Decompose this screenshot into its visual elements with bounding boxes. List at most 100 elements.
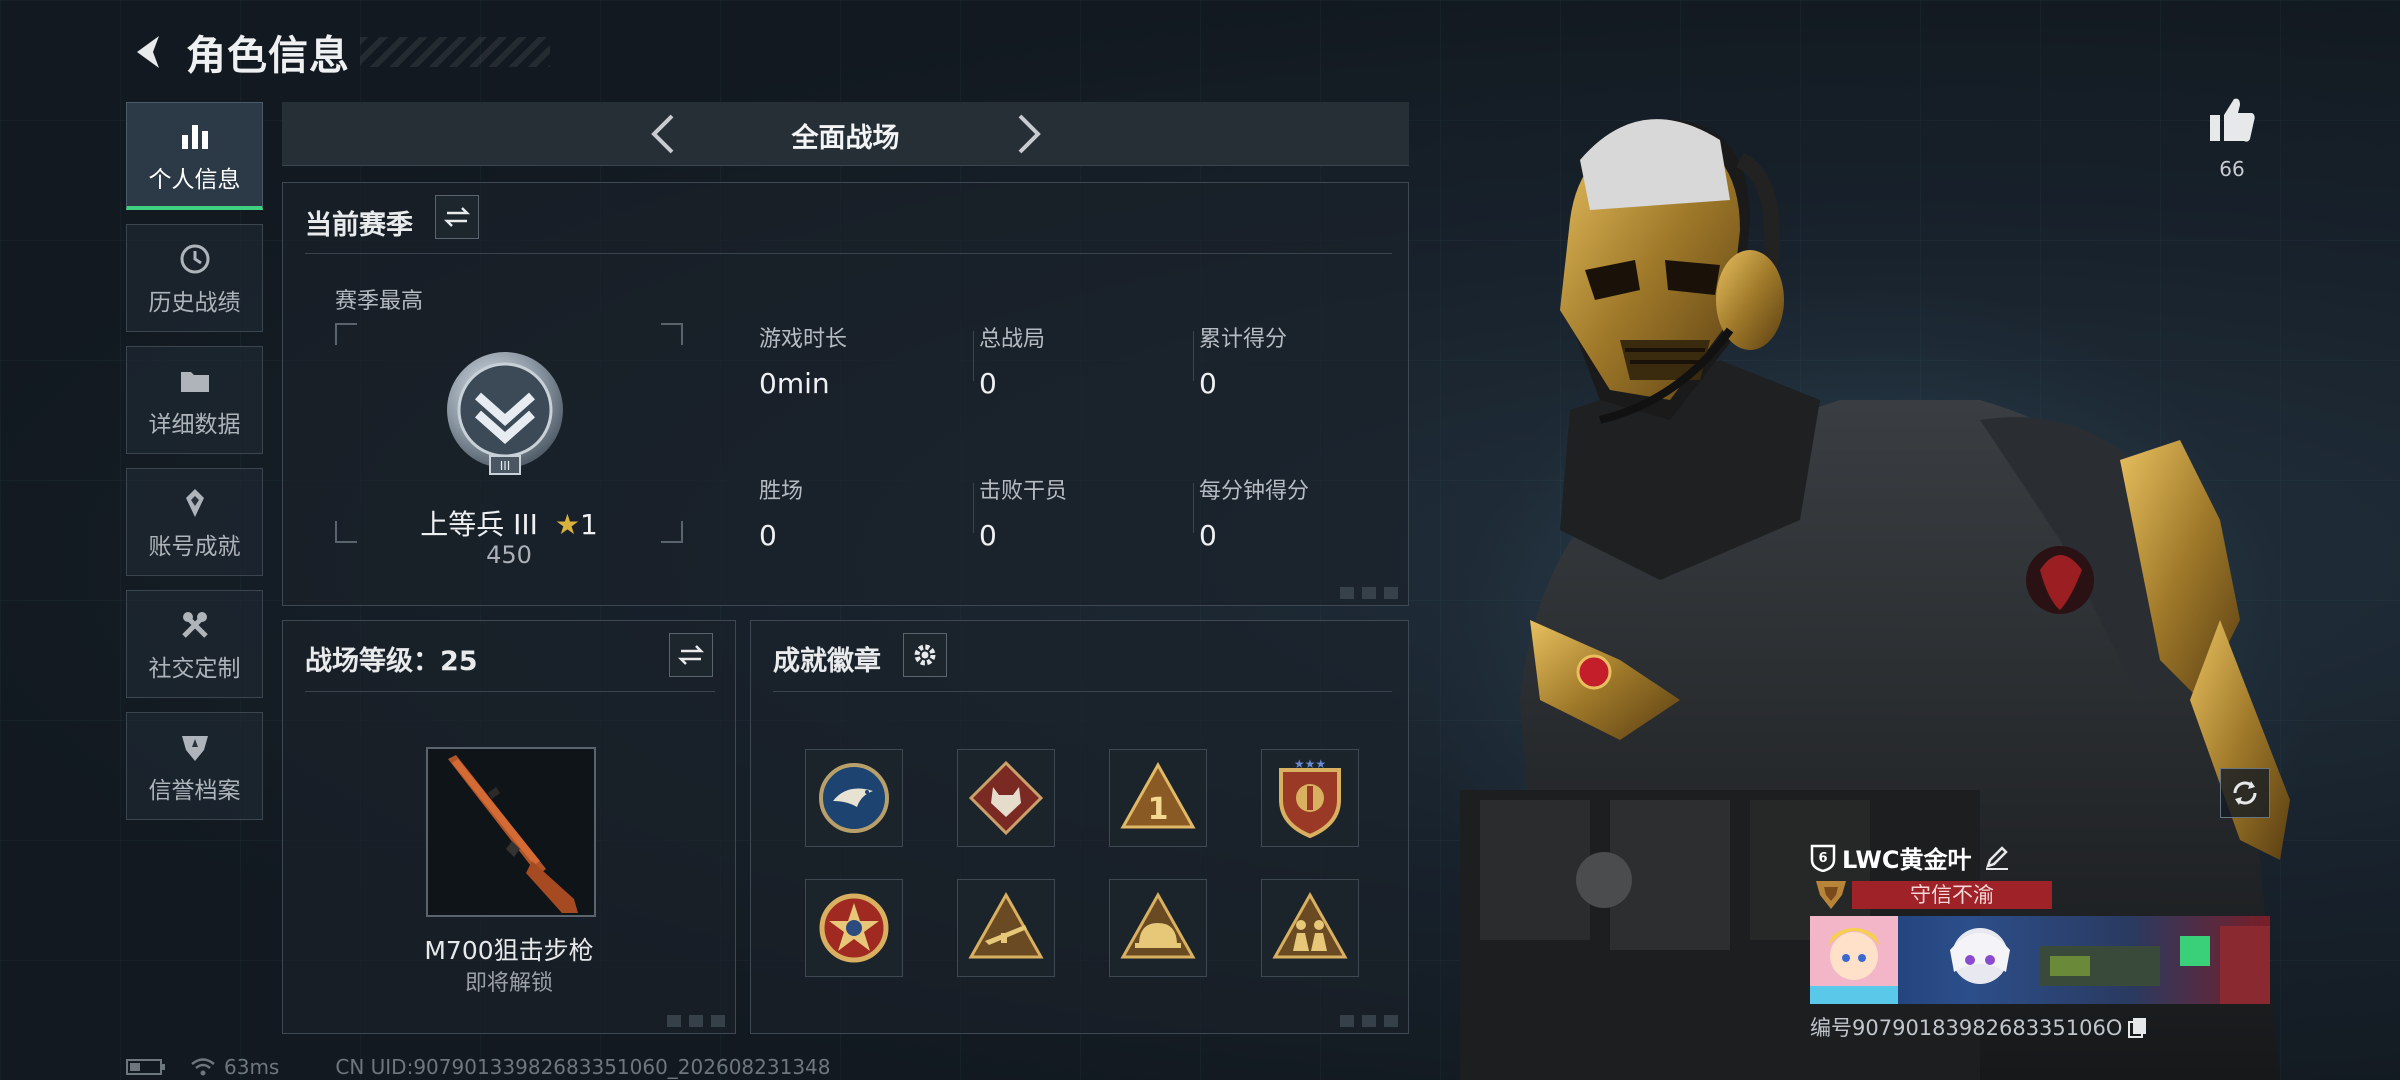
stat-label: 击败干员 bbox=[979, 479, 1068, 504]
svg-text:6: 6 bbox=[1818, 851, 1827, 866]
wolf-medal-icon[interactable] bbox=[957, 749, 1055, 847]
number-one-medal-icon[interactable]: 1 bbox=[1109, 749, 1207, 847]
back-arrow-icon bbox=[137, 36, 159, 68]
shield-medal-icon[interactable]: ★★★ bbox=[1261, 749, 1359, 847]
rotate-model-button[interactable] bbox=[2220, 768, 2270, 818]
pencil-icon bbox=[1985, 846, 2008, 870]
mode-selector: 全面战场 bbox=[282, 102, 1409, 166]
achievement-icon bbox=[175, 483, 215, 523]
uid-text: CN UID:907901339826833510​60_20260823134… bbox=[335, 1055, 831, 1079]
like-count: 66 bbox=[2219, 157, 2245, 181]
copy-id-button[interactable] bbox=[2128, 1016, 2148, 1038]
tools-icon bbox=[175, 605, 215, 645]
soldiers-medal-icon[interactable] bbox=[1261, 879, 1359, 977]
stat-score-per-minute: 每分钟得分 0 bbox=[1199, 473, 1409, 552]
stat-total-score: 累计得分 0 bbox=[1199, 321, 1409, 400]
season-best-label: 赛季最高 bbox=[335, 289, 424, 314]
nav-item-label: 账号成就 bbox=[148, 534, 241, 560]
back-button[interactable] bbox=[126, 29, 172, 75]
star-icon: ★ bbox=[554, 508, 580, 541]
stat-value: 0 bbox=[979, 519, 997, 552]
player-title-row: 守信不渝 bbox=[1810, 878, 2270, 912]
corner-decoration bbox=[1340, 1015, 1400, 1027]
battlefield-switch-button[interactable] bbox=[669, 633, 713, 677]
divider bbox=[1193, 483, 1194, 533]
star-medal-icon[interactable] bbox=[805, 879, 903, 977]
status-bar: 63ms CN UID:907901339826833510​60_202608… bbox=[126, 1055, 831, 1079]
player-id-row: 编号9079018398268335106O bbox=[1810, 1012, 2270, 1042]
season-panel: 当前赛季 赛季最高 III 上等兵 III ★1 450 游戏时长 0min 总… bbox=[282, 182, 1409, 606]
mode-next-button[interactable] bbox=[1006, 112, 1050, 156]
season-switch-button[interactable] bbox=[435, 195, 479, 239]
credit-shield-icon bbox=[175, 727, 215, 767]
like-button[interactable]: 66 bbox=[2200, 95, 2264, 181]
nav-item-social[interactable]: 社交定制 bbox=[126, 590, 263, 698]
stat-label: 每分钟得分 bbox=[1199, 479, 1310, 504]
stat-total-matches: 总战局 0 bbox=[979, 321, 1189, 400]
nav-item-personal-info[interactable]: 个人信息 bbox=[126, 102, 263, 210]
wifi-icon bbox=[191, 1058, 215, 1076]
season-title: 当前赛季 bbox=[305, 210, 413, 241]
weapon-name: M700狙击步枪 bbox=[424, 936, 594, 965]
nav-item-label: 历史战绩 bbox=[148, 290, 241, 316]
player-banner-image[interactable] bbox=[1810, 916, 2270, 1004]
nav-item-achievements[interactable]: 账号成就 bbox=[126, 468, 263, 576]
sniper-rifle-icon bbox=[448, 755, 578, 913]
level-shield-icon: 6 bbox=[1810, 844, 1836, 872]
stat-label: 累计得分 bbox=[1199, 327, 1288, 352]
rank-name: 上等兵 III bbox=[420, 508, 538, 541]
weapon-status: 即将解锁 bbox=[464, 971, 553, 996]
battery-icon bbox=[126, 1059, 165, 1075]
stat-kills: 击败干员 0 bbox=[979, 473, 1189, 552]
rifle-medal-icon[interactable] bbox=[957, 879, 1055, 977]
stat-wins: 胜场 0 bbox=[759, 473, 969, 552]
title-badge-icon bbox=[1816, 881, 1846, 909]
folder-icon bbox=[175, 361, 215, 401]
helmet-medal-icon[interactable] bbox=[1109, 879, 1207, 977]
rank-badge-icon: III bbox=[447, 352, 563, 475]
divider bbox=[305, 691, 715, 692]
stat-value: 0 bbox=[1199, 367, 1217, 400]
corner-decoration bbox=[667, 1015, 727, 1027]
nav-item-label: 个人信息 bbox=[148, 166, 241, 193]
nav-item-details[interactable]: 详细数据 bbox=[126, 346, 263, 454]
rank-stars: 1 bbox=[579, 508, 598, 541]
player-card: 6 LWC黄金叶 守信不渝 编号9079018398268335106O bbox=[1810, 838, 2270, 1042]
divider bbox=[973, 483, 974, 533]
swap-icon bbox=[443, 207, 471, 227]
stat-value: 0 bbox=[1199, 519, 1217, 552]
achievements-settings-button[interactable] bbox=[903, 633, 947, 677]
header: 角色信息 bbox=[126, 22, 550, 82]
rank-name-row: 上等兵 III ★1 bbox=[335, 503, 683, 543]
player-title: 守信不渝 bbox=[1852, 881, 2052, 909]
achievements-title: 成就徽章 bbox=[773, 646, 881, 677]
stat-value: 0 bbox=[759, 519, 777, 552]
divider bbox=[305, 253, 1392, 254]
stat-label: 总战局 bbox=[979, 327, 1046, 352]
stat-value: 0min bbox=[759, 367, 830, 400]
stat-label: 游戏时长 bbox=[759, 327, 848, 352]
svg-text:★★★: ★★★ bbox=[1294, 757, 1326, 771]
player-name: LWC黄金叶 bbox=[1842, 845, 1972, 874]
player-id: 编号9079018398268335106O bbox=[1810, 1016, 2123, 1040]
achievements-panel: 成就徽章 1 ★★★ bbox=[750, 620, 1409, 1034]
weapon-image[interactable] bbox=[426, 747, 596, 917]
chevron-right-icon bbox=[1018, 114, 1041, 154]
eagle-medal-icon[interactable] bbox=[805, 749, 903, 847]
stat-play-time: 游戏时长 0min bbox=[759, 321, 969, 400]
copy-icon bbox=[2128, 1018, 2147, 1038]
player-name-row: 6 LWC黄金叶 bbox=[1810, 838, 2270, 876]
mode-title: 全面战场 bbox=[791, 123, 900, 154]
battlefield-level-panel: 战场等级：25 M700狙击步枪 即将解锁 bbox=[282, 620, 736, 1034]
ping-value: 63ms bbox=[224, 1055, 280, 1079]
nav-item-credit[interactable]: 信誉档案 bbox=[126, 712, 263, 820]
svg-text:III: III bbox=[500, 459, 511, 473]
divider bbox=[773, 691, 1392, 692]
edit-name-button[interactable] bbox=[1984, 844, 2010, 870]
title-decoration bbox=[360, 37, 550, 67]
gear-icon bbox=[914, 644, 936, 666]
stat-value: 0 bbox=[979, 367, 997, 400]
nav-item-history[interactable]: 历史战绩 bbox=[126, 224, 263, 332]
stat-label: 胜场 bbox=[759, 479, 804, 504]
thumbs-up-icon bbox=[2210, 98, 2255, 142]
